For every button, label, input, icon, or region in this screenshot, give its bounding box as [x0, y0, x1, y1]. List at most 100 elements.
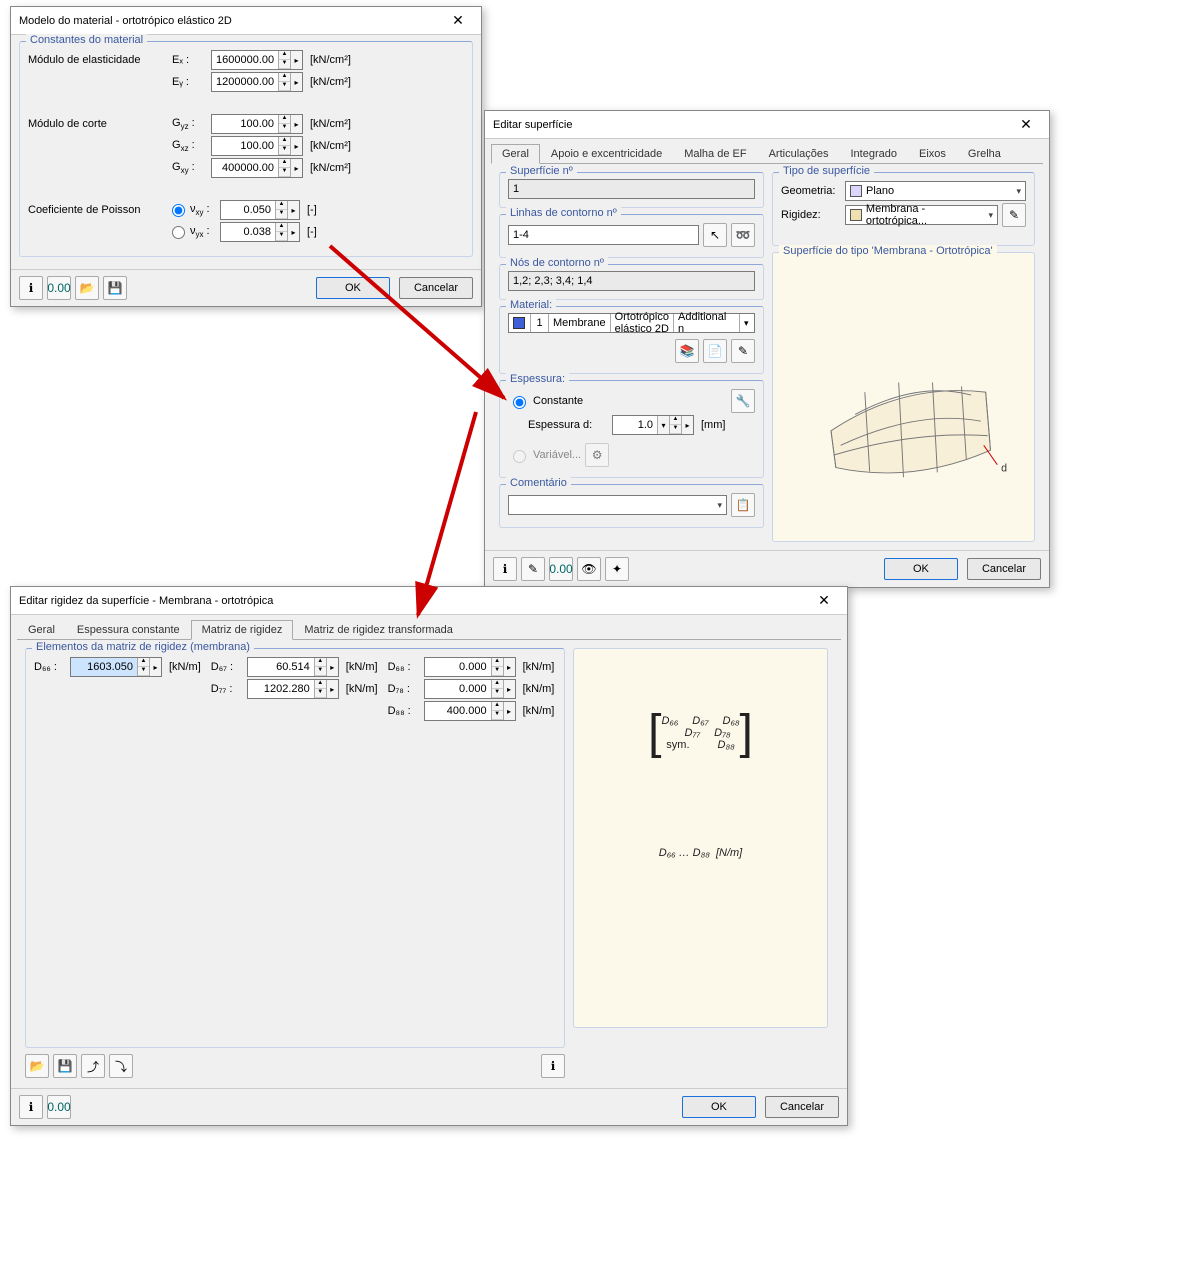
tab-articulacoes[interactable]: Articulações — [758, 144, 840, 164]
input-comment[interactable]: ▾ — [508, 495, 727, 515]
save-icon[interactable]: 💾 — [103, 276, 127, 300]
save-icon[interactable]: 💾 — [53, 1054, 77, 1078]
label-vxy: νxy : — [190, 203, 216, 217]
label-Gyz: Gyz : — [172, 117, 207, 131]
ok-button[interactable]: OK — [316, 277, 390, 299]
units-icon[interactable]: 0.00 — [47, 1095, 71, 1119]
grp-surface-number: Superfície nº — [506, 165, 577, 177]
label-Gxy: Gxy : — [172, 161, 207, 175]
grp-contour-nodes: Nós de contorno nº — [506, 257, 608, 269]
tab-espessura[interactable]: Espessura constante — [66, 620, 191, 640]
comment-lib-icon[interactable]: 📋 — [731, 493, 755, 517]
grp-comment: Comentário — [506, 477, 571, 489]
close-icon[interactable]: ✕ — [1011, 116, 1041, 133]
material-number: 1 — [531, 314, 549, 332]
tab-matriz-transf[interactable]: Matriz de rigidez transformada — [293, 620, 464, 640]
cancel-button[interactable]: Cancelar — [967, 558, 1041, 580]
export-icon[interactable]: ⤴ — [81, 1054, 105, 1078]
new-line-icon[interactable]: ➿ — [731, 223, 755, 247]
unit-knm: [kN/m] — [346, 661, 378, 673]
input-D88[interactable]: ▲▼▸ — [424, 701, 516, 721]
unit-kncm2: [kN/cm²] — [310, 140, 351, 152]
preview-title: Superfície do tipo 'Membrana - Ortotrópi… — [779, 245, 997, 257]
material-model-dialog: Modelo do material - ortotrópico elástic… — [10, 6, 482, 307]
input-D67[interactable]: ▲▼▸ — [247, 657, 339, 677]
unit-knm: [kN/m] — [346, 683, 378, 695]
unit-kncm2: [kN/cm²] — [310, 54, 351, 66]
input-surface-no[interactable] — [508, 179, 755, 199]
edit-icon[interactable]: ✎ — [521, 557, 545, 581]
select-rigidity[interactable]: Membrana - ortotrópica...▾ — [845, 205, 998, 225]
surface-preview: Superfície do tipo 'Membrana - Ortotrópi… — [772, 252, 1035, 542]
radio-thk-constant[interactable] — [513, 396, 526, 409]
grp-matrix-elements: Elementos da matriz de rigidez (membrana… — [32, 641, 254, 653]
tab-integrado[interactable]: Integrado — [840, 144, 908, 164]
tab-eixos[interactable]: Eixos — [908, 144, 957, 164]
cancel-button[interactable]: Cancelar — [765, 1096, 839, 1118]
input-contour-lines[interactable] — [508, 225, 699, 245]
radio-vxy[interactable] — [172, 204, 185, 217]
close-icon[interactable]: ✕ — [443, 12, 473, 29]
input-D77[interactable]: ▲▼▸ — [247, 679, 339, 699]
tab-geral[interactable]: Geral — [17, 620, 66, 640]
open-icon[interactable]: 📂 — [25, 1054, 49, 1078]
input-D68[interactable]: ▲▼▸ — [424, 657, 516, 677]
tabbar: Geral Apoio e excentricidade Malha de EF… — [491, 141, 1043, 164]
input-Ey[interactable]: ▲▼▸ — [211, 72, 303, 92]
cancel-button[interactable]: Cancelar — [399, 277, 473, 299]
open-icon[interactable]: 📂 — [75, 276, 99, 300]
grp-contour-lines: Linhas de contorno nº — [506, 207, 621, 219]
label-Ey: Eᵧ : — [172, 76, 207, 88]
tab-geral[interactable]: Geral — [491, 144, 540, 164]
input-Ex[interactable]: ▲▼▸ — [211, 50, 303, 70]
material-edit-icon[interactable]: ✎ — [731, 339, 755, 363]
axes-icon[interactable]: ✦ — [605, 557, 629, 581]
surface-stiffness-dialog: Editar rigidez da superfície - Membrana … — [10, 586, 848, 1126]
label-D78: D₇₈ : — [388, 683, 420, 695]
section-constants-legend: Constantes do material — [26, 34, 147, 46]
input-thickness-d[interactable]: ▾▲▼▸ — [612, 415, 694, 435]
label-vyx: νyx : — [190, 225, 216, 239]
input-D78[interactable]: ▲▼▸ — [424, 679, 516, 699]
input-vxy[interactable]: ▲▼▸ — [220, 200, 300, 220]
label-rigidity: Rigidez: — [781, 209, 841, 221]
radio-vyx[interactable] — [172, 226, 185, 239]
tab-apoio[interactable]: Apoio e excentricidade — [540, 144, 673, 164]
import-icon[interactable]: ⤵ — [109, 1054, 133, 1078]
input-Gyz[interactable]: ▲▼▸ — [211, 114, 303, 134]
input-Gxy[interactable]: ▲▼▸ — [211, 158, 303, 178]
unit-dash: [-] — [307, 226, 317, 238]
tab-malha[interactable]: Malha de EF — [673, 144, 757, 164]
units-icon[interactable]: 0.00 — [47, 276, 71, 300]
label-poisson: Coeficiente de Poisson — [28, 204, 168, 216]
input-contour-nodes[interactable] — [508, 271, 755, 291]
input-Gxz[interactable]: ▲▼▸ — [211, 136, 303, 156]
material-library-icon[interactable]: 📚 — [675, 339, 699, 363]
rigidity-edit-icon[interactable]: ✎ — [1002, 203, 1026, 227]
ok-button[interactable]: OK — [682, 1096, 756, 1118]
help-icon[interactable]: ℹ — [493, 557, 517, 581]
input-D66[interactable]: ▲▼▸ — [70, 657, 162, 677]
matrix-preview: [ D₆₆D₆₇D₆₈ D₇₇D₇₈ sym.D₈₈ ] D₆₆ … D₈₈ [… — [573, 648, 828, 1028]
label-D68: D₆₈ : — [388, 661, 420, 673]
ok-button[interactable]: OK — [884, 558, 958, 580]
material-select[interactable]: 1 Membrane Ortotrópico elástico 2D Addit… — [508, 313, 755, 333]
help-icon[interactable]: ℹ — [19, 276, 43, 300]
label-geometry: Geometria: — [781, 185, 841, 197]
units-icon[interactable]: 0.00 — [549, 557, 573, 581]
info-icon[interactable]: ℹ — [541, 1054, 565, 1078]
thickness-preset-icon[interactable]: 🔧 — [731, 389, 755, 413]
tab-matriz[interactable]: Matriz de rigidez — [191, 620, 294, 640]
pick-icon[interactable]: ↖ — [703, 223, 727, 247]
label-Ex: Eₓ : — [172, 54, 207, 66]
titlebar: Editar superfície ✕ — [485, 111, 1049, 139]
label-Gxz: Gxz : — [172, 139, 207, 153]
tab-grelha[interactable]: Grelha — [957, 144, 1012, 164]
material-new-icon[interactable]: 📄 — [703, 339, 727, 363]
close-icon[interactable]: ✕ — [809, 592, 839, 609]
input-vyx[interactable]: ▲▼▸ — [220, 222, 300, 242]
eye-icon[interactable]: 👁 — [577, 557, 601, 581]
select-geometry[interactable]: Plano▾ — [845, 181, 1026, 201]
unit-knm: [kN/m] — [523, 661, 555, 673]
help-icon[interactable]: ℹ — [19, 1095, 43, 1119]
